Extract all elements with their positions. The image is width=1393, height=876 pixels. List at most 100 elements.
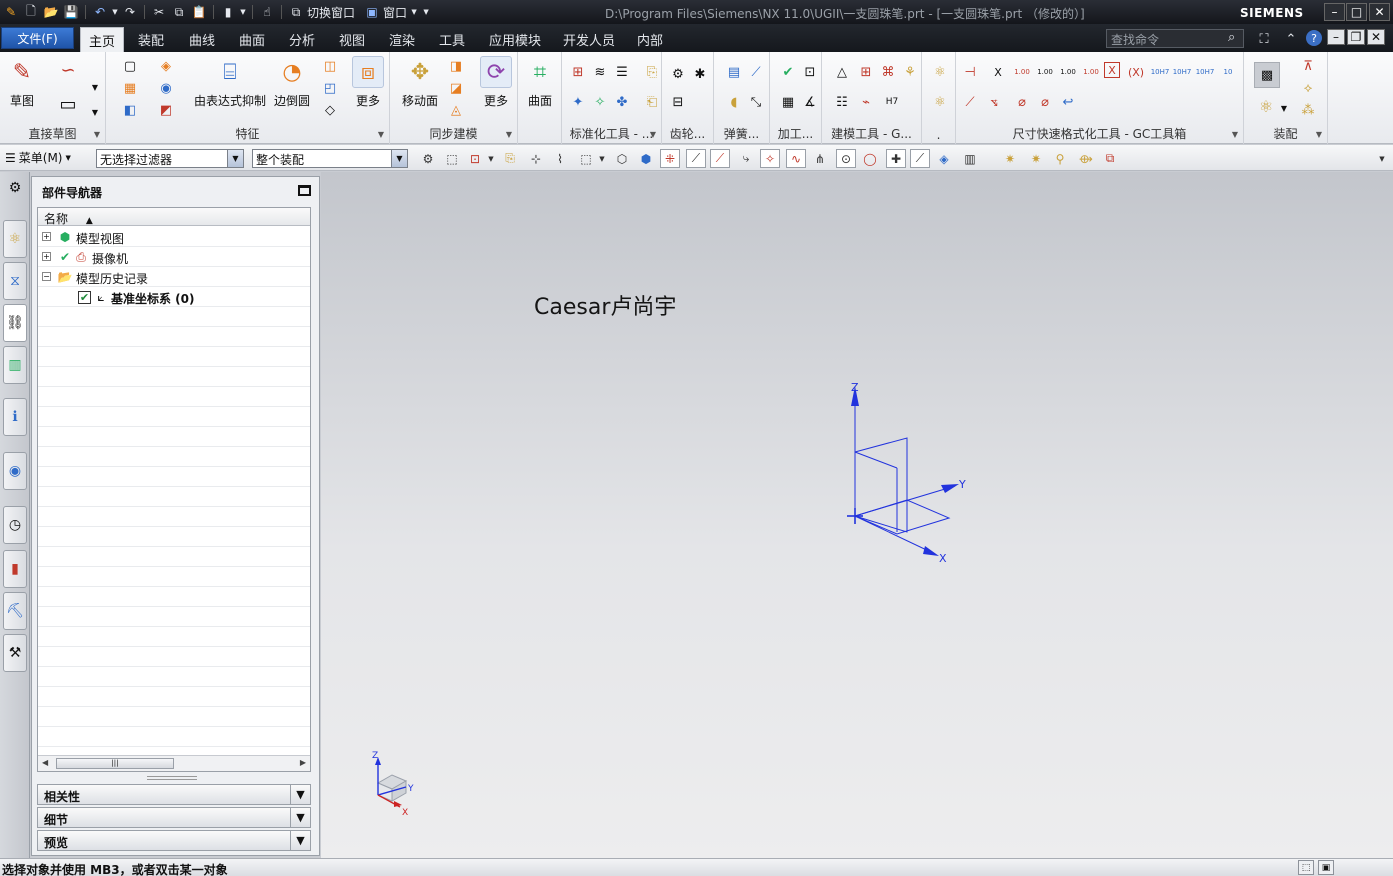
group-options-chevron-icon[interactable]: ▼ [650,130,656,139]
snap-points-icon[interactable]: ⁜ [660,149,680,168]
open-file-icon[interactable]: 📂 [42,3,60,21]
dim-clear-icon[interactable]: X [988,62,1008,82]
snap-on-surface-icon[interactable]: ◈ [934,149,954,168]
snap-arc-center-icon[interactable]: ⊙ [836,149,856,168]
assembly-navigator-icon[interactable]: ▩ [1254,62,1280,88]
unite-icon[interactable]: ◈ [156,56,176,76]
machining-angle-icon[interactable]: ∡ [800,92,820,112]
select-mode-icon[interactable]: ⬚ [1298,860,1314,875]
checkbox-checked-icon[interactable]: ✔ [78,291,91,304]
group-options-chevron-icon[interactable]: ▼ [1316,130,1322,139]
snap-view-icon[interactable]: ⎘ [500,149,520,168]
resource-bar-options-icon[interactable]: ⚙ [3,176,27,200]
part-navigator-tab-icon[interactable]: ⛓ [3,304,27,342]
table-icon[interactable]: ⊞ [856,62,876,82]
group-options-chevron-icon[interactable]: ▼ [1232,130,1238,139]
list-icon[interactable]: ☷ [832,92,852,112]
doc-close-button[interactable]: ✕ [1367,29,1385,45]
model-tool-c-icon[interactable]: ⌁ [856,92,876,112]
full-screen-status-icon[interactable]: ▣ [1318,860,1334,875]
dim-tolerance-d-icon[interactable]: 1.00 [1081,62,1101,82]
undo-list-chevron-icon[interactable]: ▼ [111,3,119,21]
block-icon[interactable]: ▢ [120,56,140,76]
snap-bounded-icon[interactable]: ▥ [960,149,980,168]
misc-tool-b-icon[interactable]: ⚛ [930,92,950,112]
solid-body-icon[interactable]: ⬢ [636,149,656,168]
offset-region-icon[interactable]: ◪ [446,78,466,98]
group-options-chevron-icon[interactable]: ▼ [506,130,512,139]
history-palette-tab-icon[interactable]: ◉ [3,452,27,490]
undo-icon[interactable]: ↶ [91,3,109,21]
dim-box-x-icon[interactable]: X [1104,62,1120,78]
tab-tools[interactable]: 工具 [431,27,473,52]
repeat-command-icon[interactable]: ▮ [219,3,237,21]
dim-fit-c-icon[interactable]: 10H7 [1195,62,1215,82]
spring-icon[interactable]: ▤ [724,62,744,82]
tab-analysis[interactable]: 分析 [281,27,323,52]
system-materials-tab-icon[interactable]: ▮ [3,550,27,588]
expand-icon[interactable]: + [42,252,51,261]
save-icon[interactable]: 💾 [62,3,80,21]
misc-tool-a-icon[interactable]: ⚛ [930,62,950,82]
snap-tangent-icon[interactable]: ⋔ [810,149,830,168]
dim-tolerance-b-icon[interactable]: 1.00 [1035,62,1055,82]
maximize-panel-icon[interactable] [298,185,311,196]
gear-icon[interactable]: ⚙ [668,64,688,84]
dim-tolerance-a-icon[interactable]: 1.00 [1012,62,1032,82]
snap-control-icon[interactable]: ⤷ [736,149,756,168]
section-dependencies[interactable]: 相关性 ▼ [37,784,311,805]
suppress-by-expression-button[interactable]: ⌸ 由表达式抑制 [194,56,266,109]
section-details[interactable]: 细节 ▼ [37,807,311,828]
cylinder-icon[interactable]: ◧ [120,100,140,120]
tab-internal[interactable]: 内部 [629,27,671,52]
rectangle-select-icon[interactable]: ⬚ [576,149,596,168]
std-tool-b-icon[interactable]: ✧ [590,92,610,112]
type-filter-select[interactable]: 无选择过滤器 ▼ [96,149,244,168]
surface-button[interactable]: ⌗ 曲面 [524,56,556,109]
model-tool-a-icon[interactable]: ⌘ [878,62,898,82]
redo-icon[interactable]: ↷ [121,3,139,21]
touch-mode-icon[interactable]: ☝ [258,3,276,21]
feature-more-button[interactable]: ⧈ 更多 [352,56,384,109]
section-preview[interactable]: 预览 ▼ [37,830,311,851]
window-menu-button[interactable]: 窗口 [383,4,407,21]
tree-node-model-history[interactable]: − 📂 模型历史记录 [38,267,310,287]
customize-qa-chevron-icon[interactable]: ▼ [421,3,431,21]
expand-icon[interactable]: + [42,232,51,241]
edge-blend-button[interactable]: ◔ 边倒圆 [274,56,310,109]
view-triad[interactable]: Z Y X [366,747,422,817]
reuse-library-tab-icon[interactable]: ▥ [3,346,27,384]
dim-diameter-b-icon[interactable]: ⌀ [1035,92,1055,112]
selbar-overflow-chevron-icon[interactable]: ▼ [1372,149,1392,168]
std-tool-d-icon[interactable]: ⎗ [642,92,662,112]
window-menu-chevron-icon[interactable]: ▼ [409,3,419,21]
assembly-select-b-icon[interactable]: ✷ [1026,149,1046,168]
dim-fit-a-icon[interactable]: 10H7 [1150,62,1170,82]
assembly-select-e-icon[interactable]: ⧉ [1100,149,1120,168]
selection-scope-select[interactable]: 整个装配 ▼ [252,149,408,168]
snap-intersection-icon[interactable]: ✧ [760,149,780,168]
profile-icon[interactable]: ∽ [58,60,78,81]
snap-midpoint-icon[interactable]: ⟋ [710,149,730,168]
command-search-input[interactable]: 查找命令 [1106,29,1244,48]
snap-on-curve-icon[interactable]: ⟋ [910,149,930,168]
fit-tolerance-icon[interactable]: H7 [882,92,902,112]
assembly-select-d-icon[interactable]: ⟴ [1076,149,1096,168]
gear-table-icon[interactable]: ⊟ [668,92,688,112]
dim-paren-x-icon[interactable]: (X) [1126,62,1146,82]
dim-tolerance-c-icon[interactable]: 1.00 [1058,62,1078,82]
sketch-more-chevron-icon[interactable]: ▼ [88,102,102,122]
std-stack-icon[interactable]: ☰ [612,62,632,82]
triangle-icon[interactable]: △ [832,62,852,82]
sync-more-button[interactable]: ⟳ 更多 [480,56,512,109]
select-point-icon[interactable]: ⊹ [526,149,546,168]
extrude-icon[interactable]: ▦ [120,78,140,98]
snap-endpoint-icon[interactable]: ⟋ [686,149,706,168]
window-icon[interactable]: ▣ [363,3,381,21]
model-tool-b-icon[interactable]: ⚘ [900,62,920,82]
nx-logo-icon[interactable]: ✎ [2,3,20,21]
spring-delete-icon[interactable]: ⤡ [746,92,766,112]
spring-coil-icon[interactable]: ≋ [590,62,610,82]
tree-node-datum-csys[interactable]: ✔ ⟀ 基准坐标系 (0) [38,287,310,307]
hole-icon[interactable]: ◉ [156,78,176,98]
